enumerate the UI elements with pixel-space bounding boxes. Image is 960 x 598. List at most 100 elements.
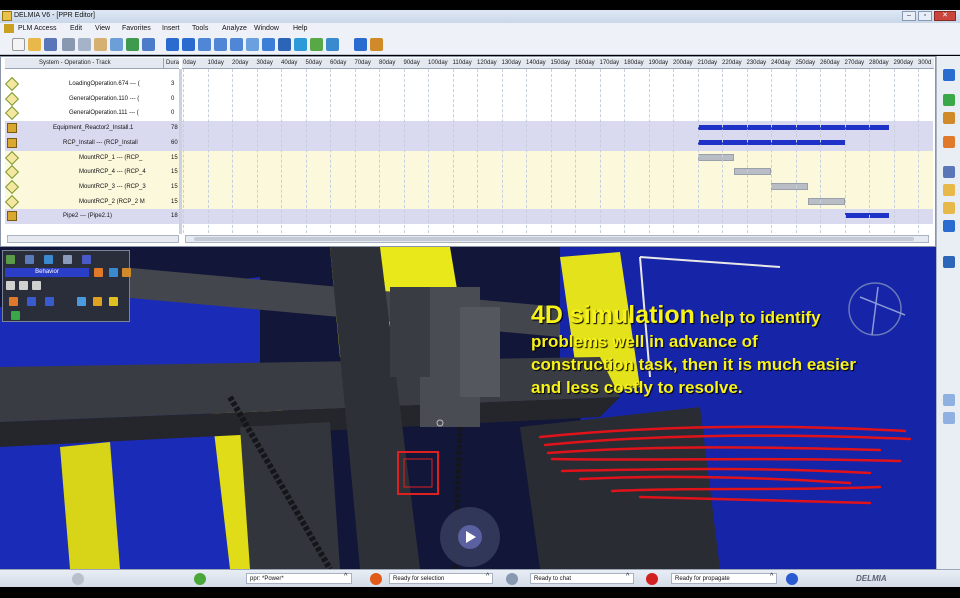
normal-view-icon[interactable] — [246, 38, 259, 51]
gantt-row[interactable]: MountRCP_2 (RCP_2 M 15 — [4, 194, 933, 210]
expand-icon[interactable] — [943, 394, 955, 406]
task-bar[interactable] — [697, 153, 735, 161]
gantt-row[interactable]: GeneralOperation.110 --- (0 — [4, 91, 933, 107]
scroll-up-icon[interactable] — [943, 69, 955, 81]
tab-icon-2[interactable] — [25, 255, 34, 264]
open-icon[interactable] — [28, 38, 41, 51]
menu-plm-access[interactable]: PLM Access — [18, 25, 57, 32]
menu-edit[interactable]: Edit — [70, 25, 82, 32]
gantt-row[interactable]: LoadingOperation.674 --- (3 — [4, 76, 933, 92]
tab-icon-3[interactable] — [44, 255, 53, 264]
zoom-in-icon[interactable] — [214, 38, 227, 51]
panel-splitter[interactable] — [179, 69, 182, 234]
close-button[interactable]: ✕ — [934, 11, 956, 21]
menu-window[interactable]: Window — [254, 25, 279, 32]
tab-icon-1[interactable] — [6, 255, 15, 264]
operation-icon — [4, 179, 20, 194]
task-bar[interactable] — [734, 168, 771, 176]
time-gridline — [599, 69, 601, 233]
redo-icon[interactable] — [126, 38, 139, 51]
task-bar[interactable] — [807, 197, 845, 205]
filter-icon[interactable] — [9, 297, 18, 306]
timeline-scrollbar[interactable] — [185, 235, 929, 243]
menu-view[interactable]: View — [95, 25, 110, 32]
color-icon[interactable] — [943, 256, 955, 268]
ppr-field[interactable]: ppr: *Power* — [246, 573, 352, 584]
propagate-icon[interactable] — [646, 573, 658, 585]
behavior-tool-icon[interactable] — [94, 268, 103, 277]
chevron-up-icon[interactable]: ^ — [344, 573, 347, 580]
gantt-row[interactable]: GeneralOperation.111 --- (0 — [4, 106, 933, 122]
behavior-gear-icon[interactable] — [109, 268, 118, 277]
behavior-title[interactable]: Behavior — [5, 268, 89, 277]
chart-icon[interactable] — [109, 297, 118, 306]
chat-icon[interactable] — [506, 573, 518, 585]
time-gridline — [256, 69, 258, 233]
copy-icon[interactable] — [78, 38, 91, 51]
lock-icon[interactable] — [943, 184, 955, 196]
selection-icon[interactable] — [370, 573, 382, 585]
fit-all-icon[interactable] — [262, 38, 275, 51]
simulation-icon[interactable] — [943, 94, 955, 106]
back-arrow-icon[interactable] — [6, 281, 15, 290]
chevron-up-icon-3[interactable]: ^ — [626, 573, 629, 580]
behavior-box-icon[interactable] — [122, 268, 131, 277]
iso-view-icon[interactable] — [294, 38, 307, 51]
gear-icon[interactable] — [77, 297, 86, 306]
funnel-icon[interactable] — [27, 297, 36, 306]
save-icon[interactable] — [44, 38, 57, 51]
3d-viewport[interactable]: Behavior 4D simulation help to identify … — [0, 247, 936, 569]
menu-analyze[interactable]: Analyze — [222, 25, 247, 32]
task-bar[interactable] — [771, 182, 808, 190]
toolbox-icon[interactable] — [370, 38, 383, 51]
lock-2-icon[interactable] — [943, 202, 955, 214]
summary-bar[interactable] — [844, 213, 889, 219]
help-icon[interactable] — [142, 38, 155, 51]
resource-icon[interactable] — [943, 112, 955, 124]
analysis-icon[interactable] — [943, 166, 955, 178]
chevron-up-icon-4[interactable]: ^ — [770, 573, 773, 580]
show-icon[interactable] — [326, 38, 339, 51]
pan-icon[interactable] — [166, 38, 179, 51]
menu-tools[interactable]: Tools — [192, 25, 208, 32]
gantt-row[interactable]: MountRCP_1 --- (RCP_ 15 — [4, 150, 933, 166]
status-globe-icon[interactable] — [72, 573, 84, 585]
move-icon[interactable] — [182, 38, 195, 51]
funnel-2-icon[interactable] — [45, 297, 54, 306]
network-icon[interactable] — [354, 38, 367, 51]
paste-icon[interactable] — [94, 38, 107, 51]
edit-tool-icon[interactable] — [943, 136, 955, 148]
delmia-window: DELMIA V6 - [PPR Editor] – ▫ ✕ PLM Acces… — [0, 0, 960, 598]
cut-icon[interactable] — [62, 38, 75, 51]
tree-scrollbar[interactable] — [7, 235, 179, 243]
gantt-row[interactable]: MountRCP_4 --- (RCP_4 15 — [4, 165, 933, 181]
undo-icon[interactable] — [110, 38, 123, 51]
timeline-scroll-thumb[interactable] — [194, 237, 914, 241]
rotate-icon[interactable] — [198, 38, 211, 51]
menu-help[interactable]: Help — [293, 25, 307, 32]
zoom-out-icon[interactable] — [230, 38, 243, 51]
chevron-up-icon-2[interactable]: ^ — [486, 573, 489, 580]
gantt-row[interactable]: Pipe2 --- (Pipe2.1) 18 — [5, 209, 933, 225]
cube-icon[interactable] — [278, 38, 291, 51]
collapse-icon[interactable] — [943, 412, 955, 424]
person-icon[interactable] — [93, 297, 102, 306]
chat-status-text: Ready to chat — [534, 576, 572, 582]
tab-icon-5[interactable] — [82, 255, 91, 264]
step-icon[interactable] — [32, 281, 41, 290]
power-icon[interactable] — [194, 573, 206, 585]
summary-bar[interactable] — [697, 125, 889, 131]
menu-favorites[interactable]: Favorites — [122, 25, 151, 32]
menu-insert[interactable]: Insert — [162, 25, 180, 32]
restore-button[interactable]: ▫ — [918, 11, 932, 21]
render-icon[interactable] — [310, 38, 323, 51]
forward-arrow-icon[interactable] — [19, 281, 28, 290]
new-icon[interactable] — [12, 38, 25, 51]
tab-icon-4[interactable] — [63, 255, 72, 264]
compass-status-icon[interactable] — [786, 573, 798, 585]
tile-icon[interactable] — [943, 220, 955, 232]
export-icon[interactable] — [11, 311, 20, 320]
compass-menu-icon[interactable] — [4, 24, 14, 33]
minimize-button[interactable]: – — [902, 11, 916, 21]
tree-column-header[interactable]: System - Operation - Track Dura — [5, 58, 179, 69]
